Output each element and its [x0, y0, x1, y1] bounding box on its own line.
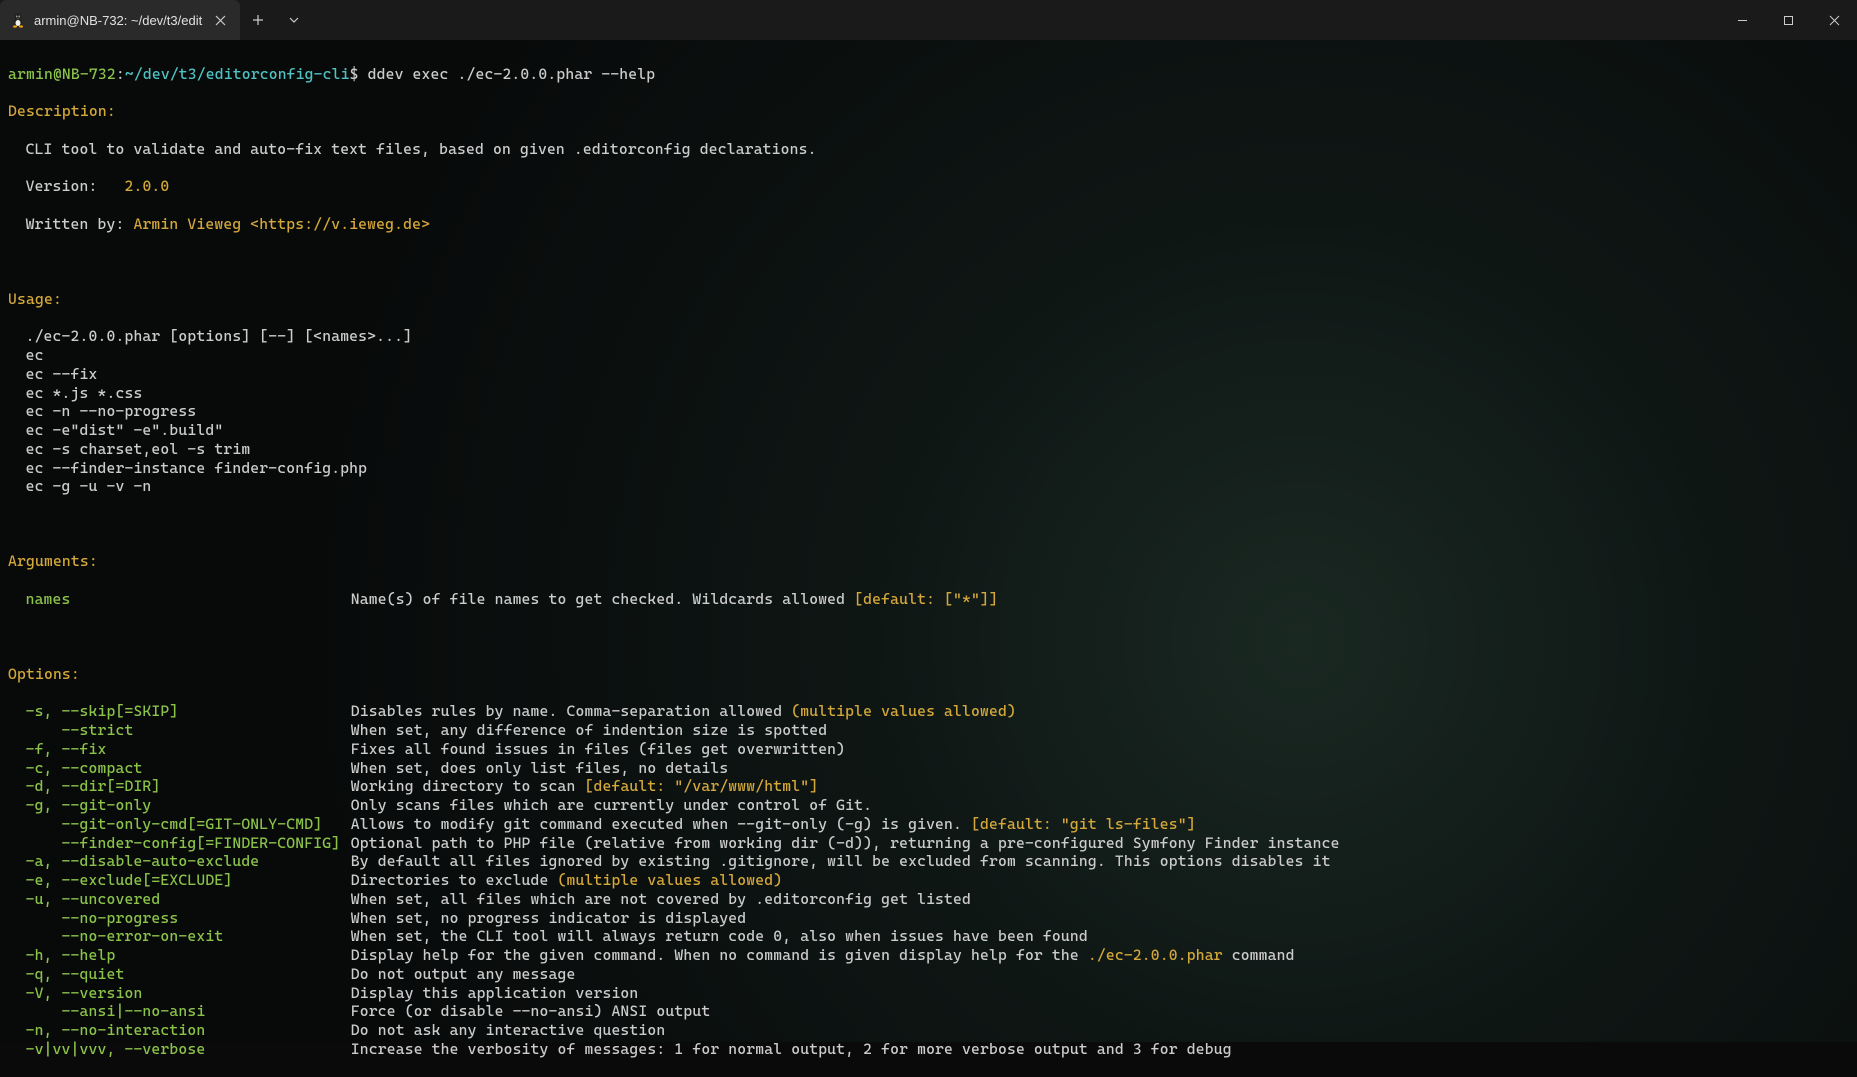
prompt-command: ddev exec ./ec-2.0.0.phar --help	[368, 65, 656, 83]
option-flag: --finder-config[=FINDER-CONFIG]	[8, 834, 351, 853]
tab-title: armin@NB-732: ~/dev/t3/edit	[34, 13, 202, 28]
option-row: -q, --quietDo not output any message	[8, 965, 1849, 984]
option-row: -e, --exclude[=EXCLUDE]Directories to ex…	[8, 871, 1849, 890]
arguments-header: Arguments:	[8, 552, 1849, 571]
option-row: -u, --uncoveredWhen set, all files which…	[8, 890, 1849, 909]
usage-line: ec -e"dist" -e".build"	[8, 421, 1849, 440]
option-flag: -a, --disable-auto-exclude	[8, 852, 351, 871]
option-flag: -h, --help	[8, 946, 351, 965]
usage-line: ec	[8, 346, 1849, 365]
option-desc: Working directory to scan [default: "/va…	[351, 777, 818, 796]
option-row: -n, --no-interactionDo not ask any inter…	[8, 1021, 1849, 1040]
option-row: -f, --fixFixes all found issues in files…	[8, 740, 1849, 759]
minimize-button[interactable]	[1719, 0, 1765, 40]
usage-line: ec -s charset,eol -s trim	[8, 440, 1849, 459]
option-row: -g, --git-onlyOnly scans files which are…	[8, 796, 1849, 815]
author-line: Written by: Armin Vieweg <https://v.iewe…	[8, 215, 1849, 234]
option-row: --ansi|--no-ansiForce (or disable --no-a…	[8, 1002, 1849, 1021]
option-row: -s, --skip[=SKIP]Disables rules by name.…	[8, 702, 1849, 721]
option-flag: -V, --version	[8, 984, 351, 1003]
option-desc: Only scans files which are currently und…	[351, 796, 872, 815]
usage-header: Usage:	[8, 290, 1849, 309]
usage-line: ec --fix	[8, 365, 1849, 384]
option-flag: -g, --git-only	[8, 796, 351, 815]
window-controls	[1719, 0, 1857, 40]
option-flag: -v|vv|vvv, --verbose	[8, 1040, 351, 1059]
usage-line: ./ec-2.0.0.phar [options] [--] [<names>.…	[8, 327, 1849, 346]
usage-line: ec *.js *.css	[8, 384, 1849, 403]
option-row: --no-progressWhen set, no progress indic…	[8, 909, 1849, 928]
option-desc: Increase the verbosity of messages: 1 fo…	[351, 1040, 1232, 1059]
window-title-bar: armin@NB-732: ~/dev/t3/edit	[0, 0, 1857, 40]
option-desc: Display help for the given command. When…	[351, 946, 1295, 965]
tab-strip: armin@NB-732: ~/dev/t3/edit	[0, 0, 312, 40]
terminal-output[interactable]: armin@NB-732:~/dev/t3/editorconfig-cli$ …	[0, 40, 1857, 1042]
close-window-button[interactable]	[1811, 0, 1857, 40]
option-flag: -n, --no-interaction	[8, 1021, 351, 1040]
option-desc: By default all files ignored by existing…	[351, 852, 1331, 871]
option-row: --git-only-cmd[=GIT-ONLY-CMD]Allows to m…	[8, 815, 1849, 834]
option-desc: Optional path to PHP file (relative from…	[351, 834, 1340, 853]
usage-line: ec -n --no-progress	[8, 402, 1849, 421]
option-row: --finder-config[=FINDER-CONFIG]Optional …	[8, 834, 1849, 853]
option-row: -d, --dir[=DIR]Working directory to scan…	[8, 777, 1849, 796]
option-flag: -s, --skip[=SKIP]	[8, 702, 351, 721]
usage-block: ./ec-2.0.0.phar [options] [--] [<names>.…	[8, 327, 1849, 496]
prompt-path: ~/dev/t3/editorconfig-cli	[125, 65, 350, 83]
option-flag: -e, --exclude[=EXCLUDE]	[8, 871, 351, 890]
option-row: -V, --versionDisplay this application ve…	[8, 984, 1849, 1003]
usage-line: ec -g -u -v -n	[8, 477, 1849, 496]
options-block: -s, --skip[=SKIP]Disables rules by name.…	[8, 702, 1849, 1058]
tab-dropdown-button[interactable]	[276, 0, 312, 40]
option-desc: Do not output any message	[351, 965, 576, 984]
usage-line: ec --finder-instance finder-config.php	[8, 459, 1849, 478]
option-desc: When set, any difference of indention si…	[351, 721, 827, 740]
option-row: -a, --disable-auto-excludeBy default all…	[8, 852, 1849, 871]
description-header: Description:	[8, 102, 1849, 121]
option-flag: -q, --quiet	[8, 965, 351, 984]
option-row: -h, --helpDisplay help for the given com…	[8, 946, 1849, 965]
option-desc: Fixes all found issues in files (files g…	[351, 740, 845, 759]
terminal-tab[interactable]: armin@NB-732: ~/dev/t3/edit	[0, 0, 240, 40]
option-flag: --ansi|--no-ansi	[8, 1002, 351, 1021]
prompt-userhost: armin@NB-732	[8, 65, 116, 83]
option-row: -c, --compactWhen set, does only list fi…	[8, 759, 1849, 778]
options-header: Options:	[8, 665, 1849, 684]
option-desc: Do not ask any interactive question	[351, 1021, 666, 1040]
option-desc: Directories to exclude (multiple values …	[351, 871, 782, 890]
option-desc: When set, no progress indicator is displ…	[351, 909, 747, 928]
option-desc: Display this application version	[351, 984, 639, 1003]
option-desc: When set, all files which are not covere…	[351, 890, 971, 909]
option-flag: -u, --uncovered	[8, 890, 351, 909]
prompt-line: armin@NB-732:~/dev/t3/editorconfig-cli$ …	[8, 65, 1849, 84]
option-row: --strictWhen set, any difference of inde…	[8, 721, 1849, 740]
option-flag: --no-error-on-exit	[8, 927, 351, 946]
option-desc: Force (or disable --no-ansi) ANSI output	[351, 1002, 711, 1021]
option-flag: -f, --fix	[8, 740, 351, 759]
option-desc: When set, the CLI tool will always retur…	[351, 927, 1088, 946]
option-flag: --git-only-cmd[=GIT-ONLY-CMD]	[8, 815, 351, 834]
description-line: CLI tool to validate and auto-fix text f…	[8, 140, 1849, 159]
version-line: Version: 2.0.0	[8, 177, 1849, 196]
option-desc: Disables rules by name. Comma-separation…	[351, 702, 1016, 721]
option-desc: Allows to modify git command executed wh…	[351, 815, 1196, 834]
option-desc: When set, does only list files, no detai…	[351, 759, 729, 778]
new-tab-button[interactable]	[240, 0, 276, 40]
tab-close-button[interactable]	[210, 10, 230, 30]
option-row: --no-error-on-exitWhen set, the CLI tool…	[8, 927, 1849, 946]
option-flag: --no-progress	[8, 909, 351, 928]
maximize-button[interactable]	[1765, 0, 1811, 40]
option-flag: --strict	[8, 721, 351, 740]
option-flag: -d, --dir[=DIR]	[8, 777, 351, 796]
tux-icon	[10, 12, 26, 28]
option-row: -v|vv|vvv, --verboseIncrease the verbosi…	[8, 1040, 1849, 1059]
option-flag: -c, --compact	[8, 759, 351, 778]
argument-row: namesName(s) of file names to get checke…	[8, 590, 1849, 609]
